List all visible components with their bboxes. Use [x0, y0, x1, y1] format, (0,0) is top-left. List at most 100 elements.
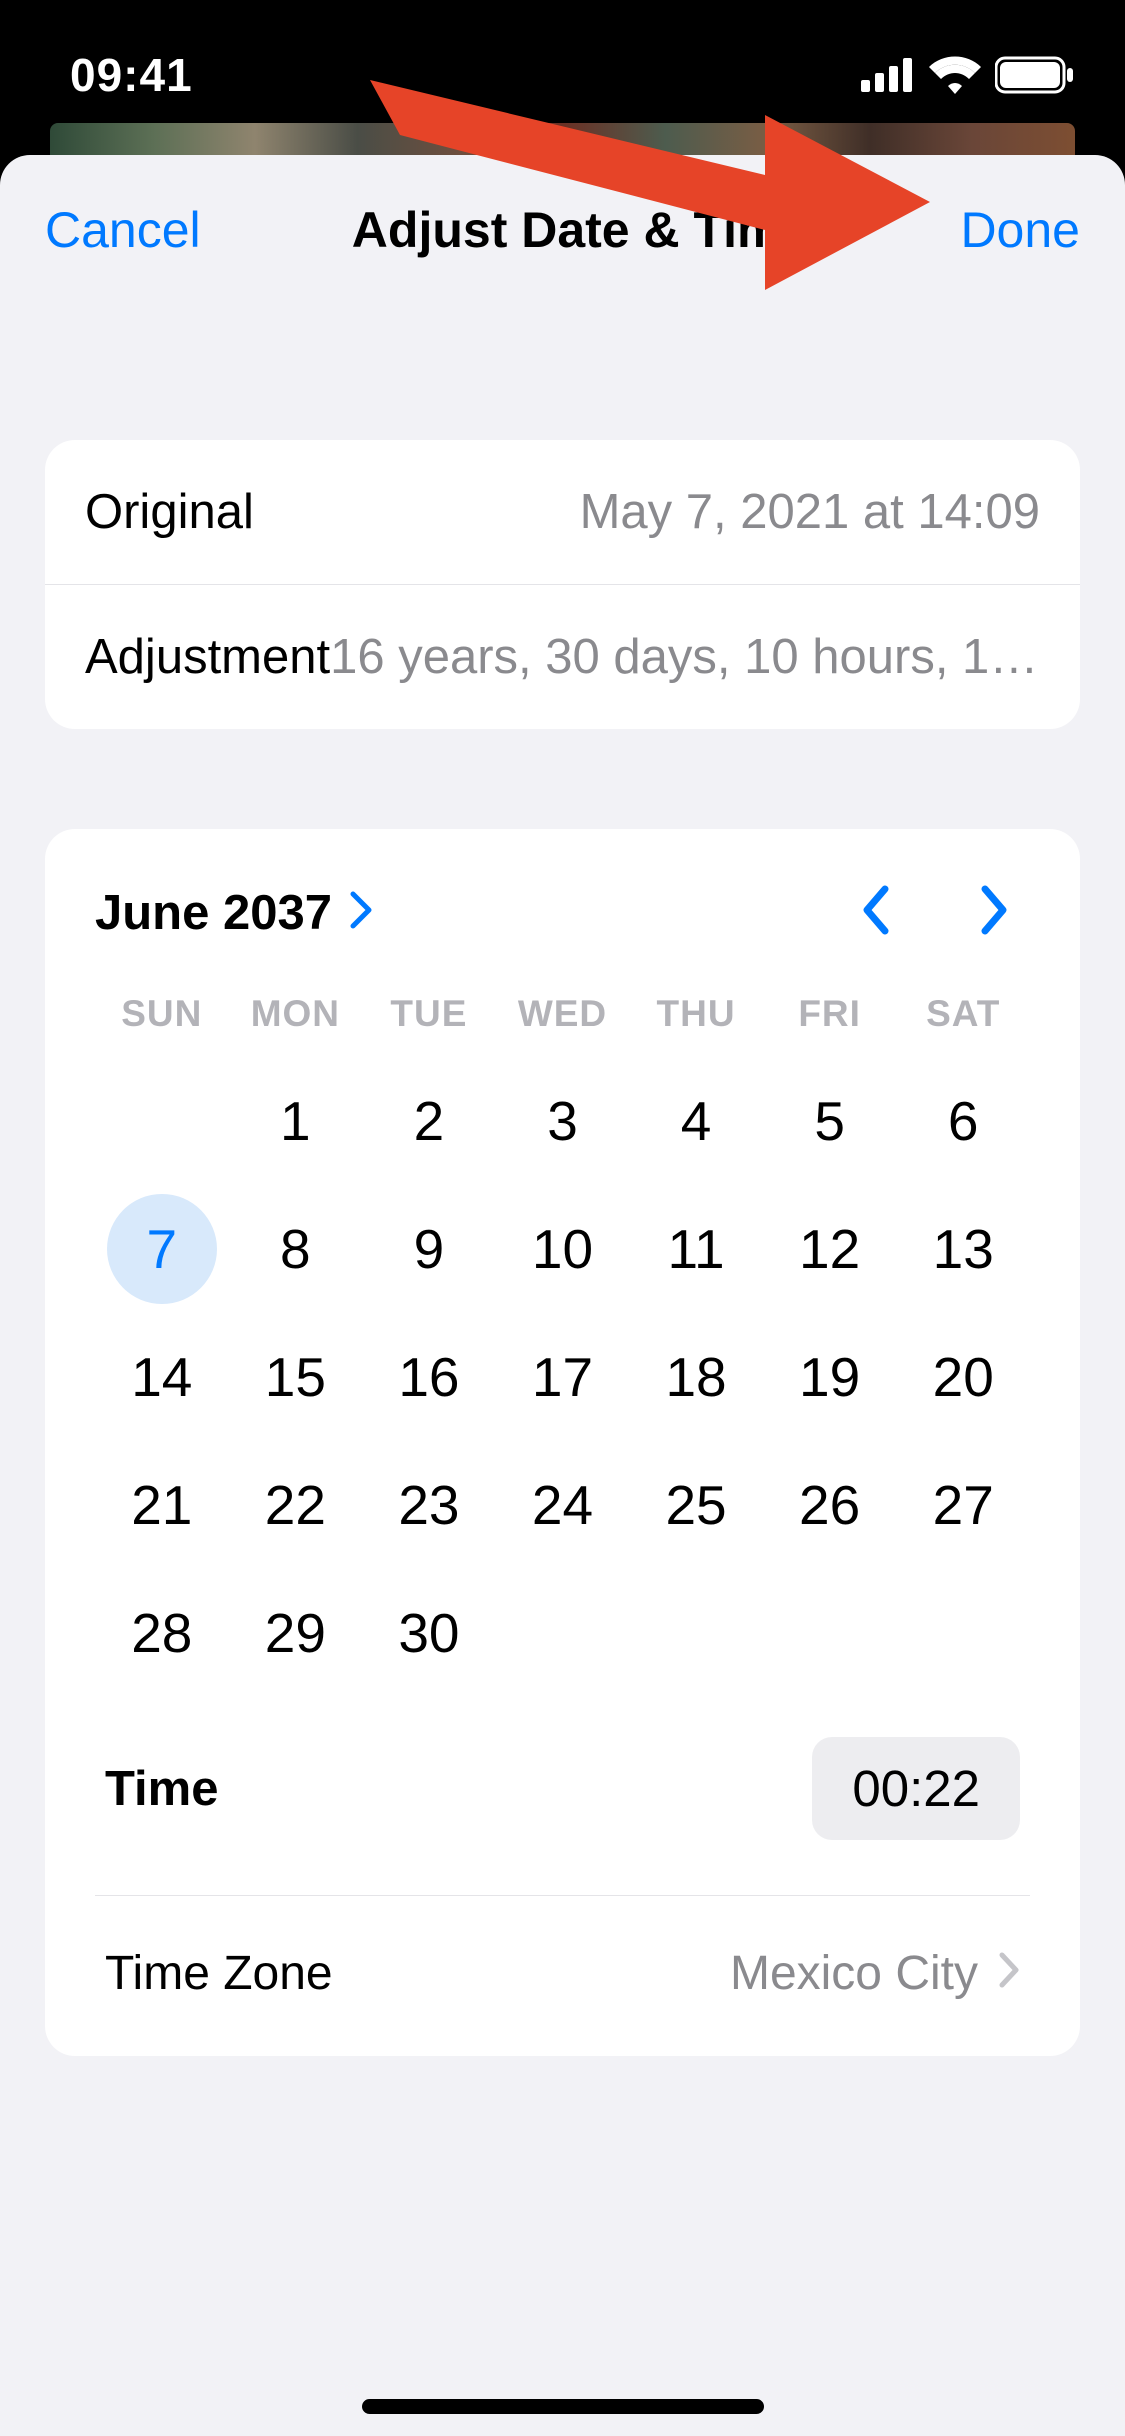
month-label: June 2037: [95, 885, 332, 941]
calendar-day-number: 28: [107, 1578, 217, 1688]
calendar-day-number: 19: [775, 1322, 885, 1432]
cellular-icon: [861, 58, 915, 92]
adjustment-label: Adjustment: [85, 629, 330, 685]
calendar-day[interactable]: 24: [496, 1441, 630, 1569]
time-picker-button[interactable]: 00:22: [812, 1737, 1020, 1840]
home-indicator[interactable]: [362, 2399, 764, 2414]
adjustment-row: Adjustment 16 years, 30 days, 10 hours, …: [45, 584, 1080, 729]
calendar-day[interactable]: 29: [229, 1569, 363, 1697]
calendar-day[interactable]: 1: [229, 1057, 363, 1185]
calendar-day[interactable]: 25: [629, 1441, 763, 1569]
calendar-day[interactable]: 26: [763, 1441, 897, 1569]
calendar-grid: 1234567891011121314151617181920212223242…: [95, 1057, 1030, 1697]
calendar-day-number: 29: [240, 1578, 350, 1688]
weekday-header-row: SUNMONTUEWEDTHUFRISAT: [95, 993, 1030, 1035]
chevron-right-icon: [998, 1946, 1020, 2001]
modal-nav-bar: Cancel Adjust Date & Time Done: [0, 155, 1125, 305]
calendar-day-number: 18: [641, 1322, 751, 1432]
calendar-header: June 2037: [95, 884, 1030, 941]
calendar-day[interactable]: 20: [896, 1313, 1030, 1441]
calendar-day-number: 15: [240, 1322, 350, 1432]
calendar-day[interactable]: 30: [362, 1569, 496, 1697]
status-bar: 09:41: [0, 0, 1125, 130]
timezone-value: Mexico City: [730, 1946, 1020, 2001]
calendar-day-number: 10: [507, 1194, 617, 1304]
status-icons: [861, 56, 1075, 94]
weekday-label: WED: [496, 993, 630, 1035]
calendar-day-number: 30: [374, 1578, 484, 1688]
calendar-day-number: 11: [641, 1194, 751, 1304]
done-button[interactable]: Done: [960, 201, 1080, 259]
calendar-day-number: 26: [775, 1450, 885, 1560]
calendar-day[interactable]: 14: [95, 1313, 229, 1441]
chevron-right-icon: [350, 885, 372, 941]
calendar-day[interactable]: 11: [629, 1185, 763, 1313]
calendar-day[interactable]: 2: [362, 1057, 496, 1185]
original-value: May 7, 2021 at 14:09: [580, 484, 1040, 540]
calendar-empty-cell: [95, 1057, 229, 1185]
calendar-day-number: 25: [641, 1450, 751, 1560]
calendar-day[interactable]: 22: [229, 1441, 363, 1569]
original-row: Original May 7, 2021 at 14:09: [45, 440, 1080, 584]
wifi-icon: [929, 56, 981, 94]
calendar-day-number: 14: [107, 1322, 217, 1432]
timezone-row[interactable]: Time Zone Mexico City: [95, 1895, 1030, 2056]
timezone-label: Time Zone: [105, 1946, 333, 2001]
next-month-button[interactable]: [980, 884, 1010, 941]
calendar-day[interactable]: 13: [896, 1185, 1030, 1313]
time-label: Time: [105, 1761, 218, 1817]
calendar-day-number: 13: [908, 1194, 1018, 1304]
calendar-day-number: 9: [374, 1194, 484, 1304]
status-time: 09:41: [70, 48, 193, 102]
calendar-day[interactable]: 19: [763, 1313, 897, 1441]
calendar-card: June 2037 SUNMONTUEWEDTHUFRISAT 12345678…: [45, 829, 1080, 2056]
adjustment-value: 16 years, 30 days, 10 hours, 13 minu…: [330, 629, 1040, 685]
calendar-day[interactable]: 7: [95, 1185, 229, 1313]
calendar-day-number: 21: [107, 1450, 217, 1560]
calendar-day-number: 8: [240, 1194, 350, 1304]
calendar-day[interactable]: 10: [496, 1185, 630, 1313]
calendar-day-number: 27: [908, 1450, 1018, 1560]
calendar-day[interactable]: 8: [229, 1185, 363, 1313]
calendar-day-number: 22: [240, 1450, 350, 1560]
time-row: Time 00:22: [95, 1697, 1030, 1895]
cancel-button[interactable]: Cancel: [45, 201, 201, 259]
info-card: Original May 7, 2021 at 14:09 Adjustment…: [45, 440, 1080, 729]
calendar-day[interactable]: 15: [229, 1313, 363, 1441]
weekday-label: SAT: [896, 993, 1030, 1035]
calendar-day[interactable]: 28: [95, 1569, 229, 1697]
modal-title: Adjust Date & Time: [352, 201, 810, 259]
month-picker-button[interactable]: June 2037: [95, 885, 372, 941]
calendar-day-number: 12: [775, 1194, 885, 1304]
calendar-day[interactable]: 3: [496, 1057, 630, 1185]
adjust-modal-sheet: Cancel Adjust Date & Time Done Original …: [0, 155, 1125, 2436]
calendar-day-number: 7: [107, 1194, 217, 1304]
calendar-day-number: 5: [775, 1066, 885, 1176]
calendar-day[interactable]: 9: [362, 1185, 496, 1313]
weekday-label: TUE: [362, 993, 496, 1035]
weekday-label: MON: [229, 993, 363, 1035]
weekday-label: SUN: [95, 993, 229, 1035]
calendar-day-number: 6: [908, 1066, 1018, 1176]
calendar-day[interactable]: 27: [896, 1441, 1030, 1569]
calendar-day-number: 17: [507, 1322, 617, 1432]
weekday-label: FRI: [763, 993, 897, 1035]
calendar-day[interactable]: 18: [629, 1313, 763, 1441]
calendar-day-number: 2: [374, 1066, 484, 1176]
calendar-day[interactable]: 16: [362, 1313, 496, 1441]
calendar-day-number: 16: [374, 1322, 484, 1432]
calendar-day[interactable]: 12: [763, 1185, 897, 1313]
weekday-label: THU: [629, 993, 763, 1035]
calendar-day[interactable]: 4: [629, 1057, 763, 1185]
original-label: Original: [85, 484, 254, 540]
battery-icon: [995, 56, 1075, 94]
calendar-day[interactable]: 6: [896, 1057, 1030, 1185]
calendar-day[interactable]: 17: [496, 1313, 630, 1441]
calendar-day[interactable]: 21: [95, 1441, 229, 1569]
calendar-day[interactable]: 5: [763, 1057, 897, 1185]
prev-month-button[interactable]: [860, 884, 890, 941]
calendar-day[interactable]: 23: [362, 1441, 496, 1569]
calendar-day-number: 23: [374, 1450, 484, 1560]
calendar-day-number: 1: [240, 1066, 350, 1176]
calendar-day-number: 3: [507, 1066, 617, 1176]
